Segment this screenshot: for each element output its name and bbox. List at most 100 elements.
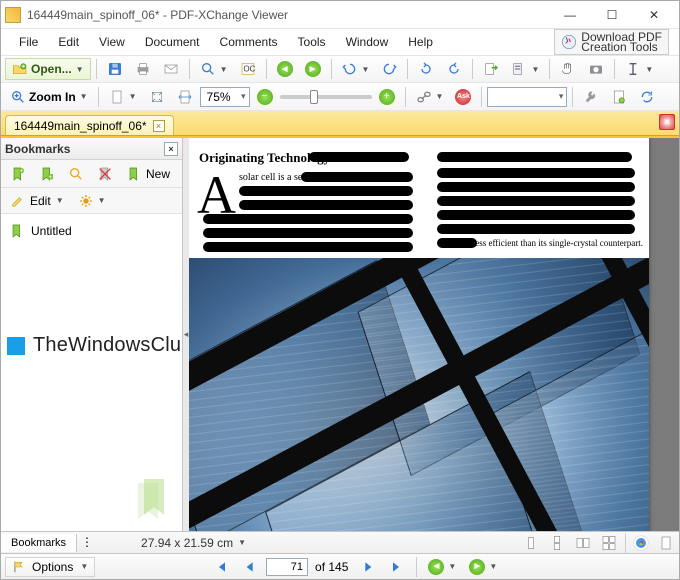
fit-width-button[interactable]: [172, 86, 198, 108]
tool-c[interactable]: [634, 86, 660, 108]
export-button[interactable]: [478, 58, 504, 80]
bm-add-button[interactable]: [5, 163, 31, 185]
bm-find-button[interactable]: [63, 163, 89, 185]
zoom-mode-button[interactable]: Zoom In▼: [5, 86, 93, 108]
email-button[interactable]: [158, 58, 184, 80]
bm-new-button[interactable]: New: [121, 163, 175, 185]
redaction-bar: [437, 224, 635, 234]
zoom-slider[interactable]: [280, 95, 372, 99]
search-box[interactable]: [487, 87, 567, 107]
menu-file[interactable]: File: [11, 31, 46, 53]
layout-continuous-icon: [549, 535, 565, 551]
document-tab[interactable]: 164449main_spinoff_06* ×: [5, 115, 174, 135]
zoom-toolbar: Zoom In▼ ▼ 75% − + ▼ Ask: [1, 83, 679, 111]
nav-fwd-history[interactable]: ►▼: [464, 556, 502, 578]
tool-a[interactable]: [578, 86, 604, 108]
first-page-button[interactable]: [208, 556, 234, 578]
zoom-in-button[interactable]: +: [374, 86, 400, 108]
layout-facing-continuous-button[interactable]: [596, 532, 622, 554]
document-view[interactable]: Originating Technology A solar cell is a…: [189, 138, 679, 531]
menu-tools[interactable]: Tools: [290, 31, 334, 53]
menu-help[interactable]: Help: [400, 31, 441, 53]
zoom-out-button[interactable]: −: [252, 86, 278, 108]
app-icon: [5, 7, 21, 23]
bm-edit-button[interactable]: Edit▼: [5, 190, 69, 212]
hand-tool[interactable]: [555, 58, 581, 80]
zoom-slider-thumb[interactable]: [310, 90, 318, 104]
tool-b[interactable]: [606, 86, 632, 108]
actual-size-button[interactable]: ▼: [104, 86, 142, 108]
prev-page-button[interactable]: [237, 556, 263, 578]
chevron-down-icon[interactable]: ▼: [238, 538, 246, 547]
open-button[interactable]: Open... ▼: [5, 58, 91, 80]
layout-single-button[interactable]: [518, 532, 544, 554]
page-canvas: Originating Technology A solar cell is a…: [189, 138, 649, 531]
redaction-bar: [301, 172, 413, 182]
bookmarks-tree[interactable]: Untitled TheWindowsClub: [1, 214, 182, 531]
nav-fwd-button[interactable]: ►: [300, 58, 326, 80]
save-button[interactable]: [102, 58, 128, 80]
page-number-input[interactable]: [266, 558, 308, 576]
pencil-icon: [10, 193, 26, 209]
snapshot-tool[interactable]: [583, 58, 609, 80]
download-pdf-tools-button[interactable]: Download PDF Creation Tools: [554, 29, 669, 55]
separator: [331, 59, 332, 79]
menu-edit[interactable]: Edit: [50, 31, 87, 53]
separator: [405, 87, 406, 107]
last-page-button[interactable]: [384, 556, 410, 578]
close-all-button[interactable]: ×: [659, 114, 675, 130]
menu-document[interactable]: Document: [137, 31, 208, 53]
redaction-bar: [437, 210, 635, 220]
rotate-cw-icon: [446, 61, 462, 77]
redaction-bar: [437, 152, 632, 162]
next-page-button[interactable]: [355, 556, 381, 578]
bm-delete-button[interactable]: [92, 163, 118, 185]
maximize-button[interactable]: ☐: [591, 2, 633, 28]
fit-page-button[interactable]: [144, 86, 170, 108]
minimize-button[interactable]: —: [549, 2, 591, 28]
layout-facing-button[interactable]: [570, 532, 596, 554]
tab-close-button[interactable]: ×: [153, 120, 165, 132]
link-tool[interactable]: ▼: [411, 86, 449, 108]
ask-button[interactable]: Ask: [450, 86, 476, 108]
export-selection-button[interactable]: ▼: [506, 58, 544, 80]
bookmark-item[interactable]: Untitled: [9, 220, 174, 242]
main-area: Bookmarks × New Edit▼ ▼ Untitled TheWind…: [1, 138, 679, 531]
redaction-bar: [239, 200, 413, 210]
menu-comments[interactable]: Comments: [212, 31, 286, 53]
svg-text:OCR: OCR: [243, 65, 256, 74]
nav-back-button[interactable]: ◄: [272, 58, 298, 80]
menu-window[interactable]: Window: [338, 31, 397, 53]
options-button[interactable]: Options ▼: [5, 557, 95, 577]
options-label: Options: [32, 560, 73, 574]
zoom-combo[interactable]: 75%: [200, 87, 250, 107]
menu-view[interactable]: View: [91, 31, 133, 53]
wrench-icon: [583, 89, 599, 105]
window-buttons: — ☐ ✕: [549, 2, 675, 28]
layout-continuous-button[interactable]: [544, 532, 570, 554]
refresh-icon: [639, 89, 655, 105]
page-thumb-button[interactable]: [653, 532, 679, 554]
bm-options-button[interactable]: ▼: [73, 190, 111, 212]
print-button[interactable]: [130, 58, 156, 80]
separator: [472, 59, 473, 79]
page-thumb-icon: [658, 535, 674, 551]
redo-button[interactable]: [376, 58, 402, 80]
layout-facing-continuous-icon: [601, 535, 617, 551]
bm-add-child-button[interactable]: [34, 163, 60, 185]
undo-button[interactable]: ▼: [337, 58, 375, 80]
prev-page-icon: [242, 559, 258, 575]
bookmark-add-child-icon: [39, 166, 55, 182]
find-button[interactable]: ▼: [195, 58, 233, 80]
rotate-cw-button[interactable]: [441, 58, 467, 80]
ocr-button[interactable]: OCR: [235, 58, 261, 80]
nav-back-history[interactable]: ◄▼: [423, 556, 461, 578]
nav-bar: Options ▼ of 145 ◄▼ ►▼: [1, 553, 679, 579]
flag-icon: [12, 560, 26, 574]
rotate-ccw-button[interactable]: [413, 58, 439, 80]
chrome-button[interactable]: [629, 532, 653, 554]
select-tool[interactable]: ▼: [620, 58, 658, 80]
panel-close-button[interactable]: ×: [164, 142, 178, 156]
close-button[interactable]: ✕: [633, 2, 675, 28]
status-tab-bookmarks[interactable]: Bookmarks: [1, 534, 77, 552]
